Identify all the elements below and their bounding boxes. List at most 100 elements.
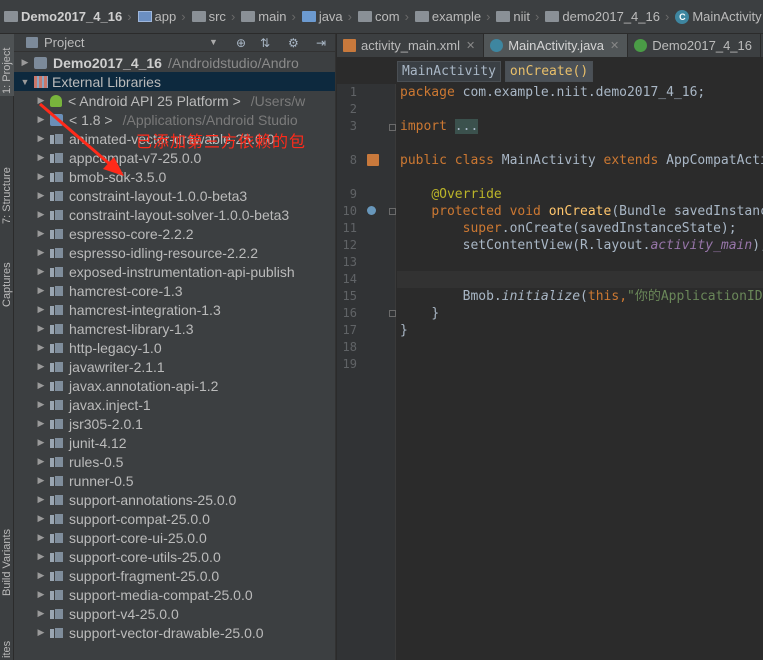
- expand-arrow-icon[interactable]: ▶: [36, 551, 46, 562]
- editor-crumb-method[interactable]: onCreate(): [504, 60, 594, 82]
- expand-arrow-icon[interactable]: ▶: [36, 589, 46, 600]
- nav-crumb-src[interactable]: src: [191, 0, 226, 33]
- gear-icon[interactable]: ⚙: [288, 36, 299, 50]
- expand-arrow-icon[interactable]: ▶: [36, 608, 46, 619]
- expand-arrow-icon[interactable]: ▶: [36, 627, 46, 638]
- fold-marker-icon[interactable]: [389, 124, 396, 131]
- expand-arrow-icon[interactable]: ▶: [36, 513, 46, 524]
- nav-crumb-com[interactable]: com: [358, 0, 400, 33]
- expand-arrow-icon[interactable]: ▶: [36, 209, 46, 220]
- tree-row-library[interactable]: ▶ espresso-idling-resource-2.2.2: [14, 243, 335, 262]
- nav-crumb-mainactivity[interactable]: C MainActivity: [675, 0, 762, 33]
- tool-tab-structure[interactable]: 7: Structure: [0, 134, 14, 226]
- close-icon[interactable]: ✕: [610, 39, 619, 52]
- collapse-all-icon[interactable]: ⇅: [260, 36, 270, 50]
- expand-arrow-icon[interactable]: ▶: [36, 133, 46, 144]
- library-icon: [50, 570, 64, 582]
- tree-row-library[interactable]: ▶ support-core-ui-25.0.0: [14, 528, 335, 547]
- tree-row-android-sdk[interactable]: ▶ < Android API 25 Platform > /Users/w: [14, 91, 335, 110]
- tree-row-library[interactable]: ▶ bmob-sdk-3.5.0: [14, 167, 335, 186]
- expand-arrow-icon[interactable]: ▶: [36, 190, 46, 201]
- tree-row-library[interactable]: ▶ runner-0.5: [14, 471, 335, 490]
- tree-row-root[interactable]: ▶ Demo2017_4_16 /Androidstudio/Andro: [14, 53, 335, 72]
- tree-row-library[interactable]: ▶ hamcrest-core-1.3: [14, 281, 335, 300]
- expand-arrow-icon[interactable]: ▶: [36, 437, 46, 448]
- expand-arrow-icon[interactable]: ▶: [36, 228, 46, 239]
- chevron-right-icon: ›: [347, 9, 353, 24]
- nav-crumb-main[interactable]: main: [241, 0, 286, 33]
- tab-mainactivity-java[interactable]: MainActivity.java ✕: [484, 34, 629, 57]
- tree-row-library[interactable]: ▶ rules-0.5: [14, 452, 335, 471]
- tree-row-library[interactable]: ▶ constraint-layout-solver-1.0.0-beta3: [14, 205, 335, 224]
- tree-row-library[interactable]: ▶ javax.inject-1: [14, 395, 335, 414]
- tree-row-library[interactable]: ▶ support-core-utils-25.0.0: [14, 547, 335, 566]
- tree-row-library[interactable]: ▶ jsr305-2.0.1: [14, 414, 335, 433]
- tab-activity-main-xml[interactable]: activity_main.xml ✕: [337, 34, 485, 57]
- chevron-down-icon[interactable]: ▼: [209, 37, 218, 47]
- expand-arrow-icon[interactable]: ▶: [36, 95, 46, 106]
- expand-arrow-icon[interactable]: ▶: [36, 342, 46, 353]
- expand-arrow-icon[interactable]: ▶: [36, 152, 46, 163]
- fold-marker-icon[interactable]: [389, 310, 396, 317]
- tree-row-library[interactable]: ▶ junit-4.12: [14, 433, 335, 452]
- tree-row-library[interactable]: ▶ support-compat-25.0.0: [14, 509, 335, 528]
- tree-row-library[interactable]: ▶ exposed-instrumentation-api-publish: [14, 262, 335, 281]
- override-icon[interactable]: [367, 206, 376, 215]
- collapse-arrow-icon[interactable]: ▼: [20, 77, 30, 87]
- expand-arrow-icon[interactable]: ▶: [36, 304, 46, 315]
- expand-arrow-icon[interactable]: ▶: [36, 361, 46, 372]
- expand-arrow-icon[interactable]: ▶: [36, 570, 46, 581]
- nav-crumb-project[interactable]: Demo2017_4_16: [4, 0, 122, 33]
- scroll-from-source-icon[interactable]: ⊕: [236, 36, 246, 50]
- tree-row-library[interactable]: ▶ hamcrest-library-1.3: [14, 319, 335, 338]
- tab-demo-module[interactable]: Demo2017_4_16: [628, 34, 761, 57]
- tree-row-external-libraries[interactable]: ▼ External Libraries: [14, 72, 335, 91]
- tool-tab-project[interactable]: 1: Project: [0, 34, 14, 96]
- nav-crumb-example[interactable]: example: [414, 0, 481, 33]
- line-number: 17: [342, 323, 357, 337]
- code-editor[interactable]: package com.example.niit.demo2017_4_16; …: [397, 84, 763, 660]
- editor-crumb-class[interactable]: MainActivity: [397, 60, 501, 82]
- tree-row-library[interactable]: ▶ support-v4-25.0.0: [14, 604, 335, 623]
- expand-arrow-icon[interactable]: ▶: [36, 285, 46, 296]
- expand-arrow-icon[interactable]: ▶: [36, 456, 46, 467]
- folded-imports[interactable]: ...: [454, 119, 479, 134]
- nav-crumb-niit[interactable]: niit: [496, 0, 530, 33]
- nav-crumb-java[interactable]: java: [301, 0, 343, 33]
- tree-row-library[interactable]: ▶ javax.annotation-api-1.2: [14, 376, 335, 395]
- expand-arrow-icon[interactable]: ▶: [36, 171, 46, 182]
- expand-arrow-icon[interactable]: ▶: [36, 475, 46, 486]
- nav-crumb-app[interactable]: app: [137, 0, 176, 33]
- tool-tab-favorites[interactable]: ites: [0, 630, 14, 660]
- tree-row-library[interactable]: ▶ support-annotations-25.0.0: [14, 490, 335, 509]
- tree-row-library[interactable]: ▶ support-media-compat-25.0.0: [14, 585, 335, 604]
- hide-panel-icon[interactable]: ⇥: [316, 36, 326, 50]
- tree-row-library[interactable]: ▶ javawriter-2.1.1: [14, 357, 335, 376]
- tree-row-library[interactable]: ▶ support-fragment-25.0.0: [14, 566, 335, 585]
- project-view-selector[interactable]: Project: [44, 35, 84, 50]
- tool-tab-captures[interactable]: Captures: [0, 239, 14, 309]
- expand-arrow-icon[interactable]: ▶: [36, 114, 46, 125]
- fold-marker-icon[interactable]: [389, 208, 396, 215]
- expand-arrow-icon[interactable]: ▶: [36, 247, 46, 258]
- library-icon: [50, 380, 64, 392]
- tree-row-library[interactable]: ▶ hamcrest-integration-1.3: [14, 300, 335, 319]
- tree-row-library[interactable]: ▶ http-legacy-1.0: [14, 338, 335, 357]
- expand-arrow-icon[interactable]: ▶: [36, 266, 46, 277]
- expand-arrow-icon[interactable]: ▶: [36, 418, 46, 429]
- expand-arrow-icon[interactable]: ▶: [20, 57, 30, 68]
- expand-arrow-icon[interactable]: ▶: [36, 532, 46, 543]
- tree-row-library[interactable]: ▶ constraint-layout-1.0.0-beta3: [14, 186, 335, 205]
- tree-row-jdk[interactable]: ▶ < 1.8 > /Applications/Android Studio: [14, 110, 335, 129]
- expand-arrow-icon[interactable]: ▶: [36, 399, 46, 410]
- class-icon: C: [675, 9, 690, 24]
- expand-arrow-icon[interactable]: ▶: [36, 494, 46, 505]
- tree-row-library[interactable]: ▶ espresso-core-2.2.2: [14, 224, 335, 243]
- expand-arrow-icon[interactable]: ▶: [36, 323, 46, 334]
- close-icon[interactable]: ✕: [466, 39, 475, 52]
- tree-row-library[interactable]: ▶ support-vector-drawable-25.0.0: [14, 623, 335, 642]
- class-gutter-icon[interactable]: [367, 154, 379, 166]
- expand-arrow-icon[interactable]: ▶: [36, 380, 46, 391]
- nav-crumb-demo-package[interactable]: demo2017_4_16: [545, 0, 660, 33]
- tool-tab-build-variants[interactable]: Build Variants: [0, 514, 14, 598]
